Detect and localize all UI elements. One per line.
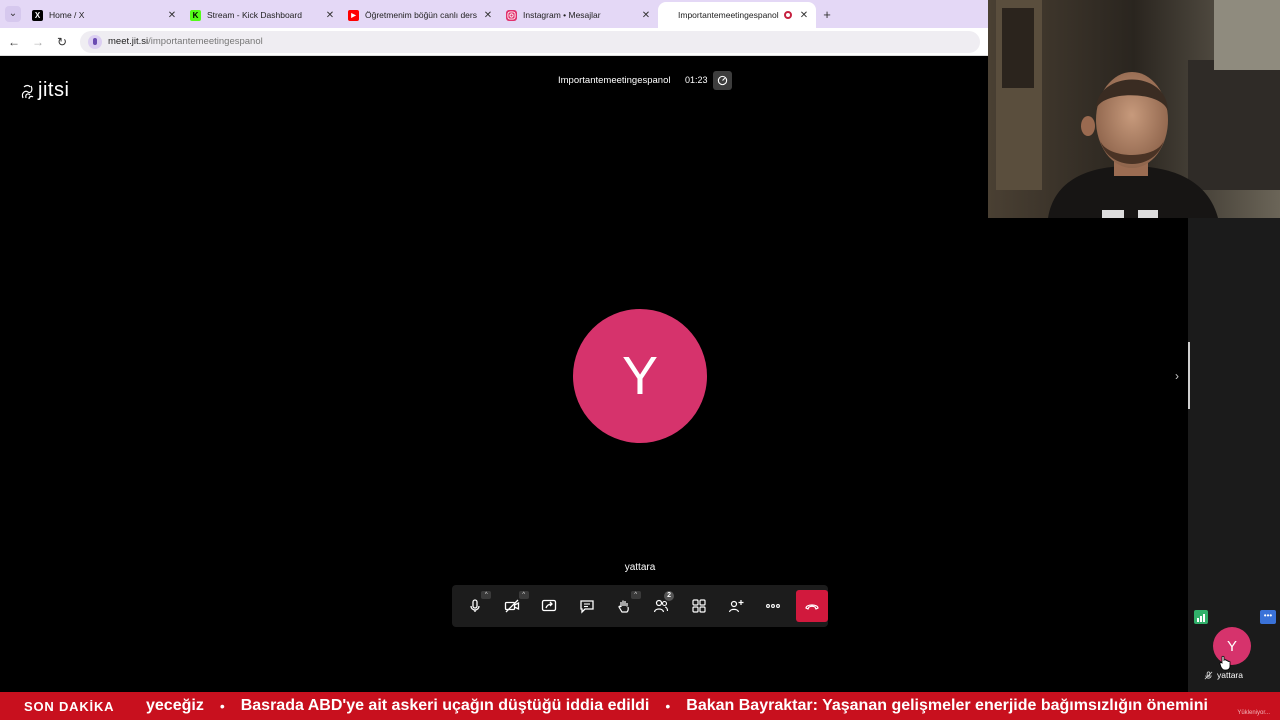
new-tab-button[interactable]: + bbox=[816, 7, 838, 22]
url-field[interactable]: meet.jit.si/importantemeetingespanol bbox=[80, 30, 980, 53]
microphone-in-use-icon[interactable] bbox=[88, 34, 102, 49]
audio-options-caret[interactable]: ^ bbox=[481, 591, 492, 599]
camera-off-icon bbox=[504, 599, 520, 613]
tab-strip: ⌄ X Home / X ✕ K Stream - Kick Dashboard… bbox=[0, 0, 988, 28]
participant-menu-button[interactable]: ••• bbox=[1260, 610, 1276, 624]
close-icon[interactable]: ✕ bbox=[798, 10, 810, 21]
news-ticker: SON DAKİKA yeceğiz • Basrada ABD'ye ait … bbox=[0, 692, 1280, 720]
meeting-title: Importantemeetingespanol bbox=[558, 75, 671, 86]
tile-view-button[interactable] bbox=[680, 589, 717, 623]
add-user-icon bbox=[728, 600, 744, 613]
jitsi-logo-icon bbox=[21, 84, 34, 99]
invite-people-button[interactable] bbox=[717, 589, 754, 623]
ticker-headline: Basrada ABD'ye ait askeri uçağın düştüğü… bbox=[240, 697, 650, 714]
participant-name-label: yattara bbox=[1204, 670, 1243, 680]
tab-title: Importantemeetingespanol bbox=[678, 10, 779, 20]
tab-search-button[interactable]: ⌄ bbox=[0, 0, 26, 28]
camera-button[interactable]: ^ bbox=[493, 589, 530, 623]
ticker-label: SON DAKİKA bbox=[24, 698, 115, 714]
tab-instagram[interactable]: Instagram • Mesajlar ✕ bbox=[500, 2, 658, 28]
forward-button[interactable]: → bbox=[26, 35, 50, 49]
microphone-muted-icon bbox=[1204, 670, 1213, 679]
share-screen-button[interactable] bbox=[531, 589, 568, 623]
streamer-webcam-overlay bbox=[988, 0, 1280, 218]
tab-kick[interactable]: K Stream - Kick Dashboard ✕ bbox=[184, 2, 342, 28]
performance-settings-button[interactable] bbox=[713, 71, 732, 90]
meeting-timer: 01:23 bbox=[685, 75, 708, 85]
recording-icon bbox=[784, 11, 792, 19]
x-logo-icon: X bbox=[32, 9, 43, 21]
screen: ⌄ X Home / X ✕ K Stream - Kick Dashboard… bbox=[0, 0, 1280, 720]
instagram-logo-icon bbox=[506, 9, 517, 21]
raise-hand-icon bbox=[618, 600, 629, 613]
participants-count-badge: 2 bbox=[664, 591, 675, 601]
chat-icon bbox=[580, 600, 594, 614]
reactions-caret[interactable]: ^ bbox=[630, 591, 641, 599]
back-button[interactable]: ← bbox=[2, 35, 26, 49]
tab-youtube[interactable]: ▶ Öğretmenim böğün canlı ders ✕ bbox=[342, 2, 500, 28]
youtube-logo-icon: ▶ bbox=[348, 9, 359, 21]
participant-thumbnail[interactable]: ••• Y yattara bbox=[1192, 606, 1276, 686]
tab-title: Stream - Kick Dashboard bbox=[207, 10, 302, 20]
ticker-status: Yükleniyor... bbox=[1237, 710, 1270, 716]
gauge-icon bbox=[717, 75, 728, 86]
tab-title: Instagram • Mesajlar bbox=[523, 10, 601, 20]
screen-share-icon bbox=[542, 599, 557, 612]
tab-title: Öğretmenim böğün canlı ders bbox=[365, 10, 477, 20]
ticker-separator: • bbox=[665, 698, 671, 714]
chat-button[interactable] bbox=[568, 589, 605, 623]
hand-cursor-icon bbox=[1219, 655, 1231, 671]
leave-meeting-button[interactable] bbox=[796, 590, 828, 622]
microphone-icon bbox=[470, 599, 480, 612]
ticker-headline: Bakan Bayraktar: Yaşanan gelişmeler ener… bbox=[686, 697, 1208, 714]
close-icon[interactable]: ✕ bbox=[640, 10, 652, 21]
address-bar: ← → ↻ meet.jit.si/importantemeetingespan… bbox=[0, 28, 988, 56]
filmstrip-toggle-button[interactable]: › bbox=[1168, 366, 1186, 386]
chevron-down-icon: ⌄ bbox=[5, 6, 21, 22]
close-icon[interactable]: ✕ bbox=[482, 10, 494, 21]
chevron-right-icon: › bbox=[1175, 369, 1179, 383]
participants-button[interactable]: 2 bbox=[643, 589, 680, 623]
tab-x[interactable]: X Home / X ✕ bbox=[26, 2, 184, 28]
url-path: /importantemeetingespanol bbox=[148, 36, 263, 47]
jitsi-logo-text: jitsi bbox=[38, 79, 70, 101]
ticker-separator: • bbox=[219, 698, 225, 714]
more-actions-button[interactable] bbox=[755, 589, 792, 623]
dominant-speaker-avatar: Y bbox=[573, 309, 707, 443]
close-icon[interactable]: ✕ bbox=[166, 10, 178, 21]
url-host: meet.jit.si bbox=[108, 36, 149, 47]
filmstrip-resize-handle[interactable] bbox=[1188, 342, 1190, 409]
webcam-image bbox=[988, 0, 1280, 218]
connection-status-icon[interactable] bbox=[1194, 610, 1208, 624]
grid-icon bbox=[692, 599, 706, 613]
jitsi-logo[interactable]: jitsi bbox=[20, 79, 69, 102]
hang-up-icon bbox=[805, 604, 819, 610]
ticker-headline: yeceğiz bbox=[146, 697, 204, 714]
tab-title: Home / X bbox=[49, 10, 85, 20]
video-options-caret[interactable]: ^ bbox=[518, 591, 529, 599]
reload-button[interactable]: ↻ bbox=[50, 35, 74, 49]
close-icon[interactable]: ✕ bbox=[324, 10, 336, 21]
participant-name: yattara bbox=[1217, 670, 1243, 680]
tab-jitsi[interactable]: Importantemeetingespanol ✕ bbox=[658, 2, 816, 28]
dominant-speaker-name: yattara bbox=[624, 562, 656, 573]
meeting-toolbar: ^ ^ ^ 2 bbox=[452, 585, 828, 627]
more-horizontal-icon bbox=[766, 604, 781, 608]
raise-hand-button[interactable]: ^ bbox=[605, 589, 642, 623]
kick-logo-icon: K bbox=[190, 9, 201, 21]
microphone-button[interactable]: ^ bbox=[456, 589, 493, 623]
